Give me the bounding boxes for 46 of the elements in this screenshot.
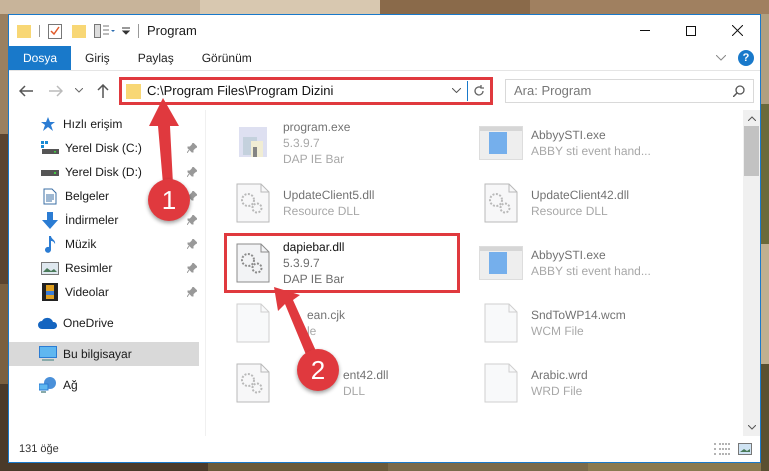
file-name: SndToWP14.wcm	[531, 307, 626, 323]
nav-item[interactable]: Hızlı erişim	[63, 115, 122, 133]
file-detail: ABBY sti event hand...	[531, 143, 651, 159]
file-tile[interactable]: dapiebar.dll 5.3.9.7 DAP IE Bar	[224, 233, 460, 293]
nav-item[interactable]: Ağ	[63, 376, 78, 394]
ribbon-tab[interactable]: Paylaş	[124, 46, 188, 70]
file-name: Arabic.wrd	[531, 367, 588, 383]
file-name: ean.cjk	[307, 307, 346, 323]
file-detail: DLL	[343, 383, 366, 399]
nav-item[interactable]: Yerel Disk (C:)	[65, 139, 142, 157]
search-field[interactable]: Ara: Program	[505, 78, 754, 102]
address-text: C:\Program Files\Program Dizini	[147, 82, 334, 100]
item-count: 131 öğe	[19, 442, 60, 457]
file-detail: WCM File	[531, 323, 585, 339]
file-name: UpdateClient42.dll	[531, 187, 630, 203]
nav-item[interactable]: Müzik	[65, 235, 96, 253]
file-name: program.exe	[283, 119, 350, 135]
ribbon-tab[interactable]: Giriş	[71, 46, 124, 70]
file-name: AbbyySTI.exe	[531, 247, 607, 263]
address-bar[interactable]: C:\Program Files\Program Dizini	[119, 76, 493, 104]
nav-item[interactable]: Belgeler	[65, 187, 110, 205]
nav-item[interactable]: Videolar	[65, 283, 109, 301]
file-name: ent42.dll	[343, 367, 388, 383]
file-detail: ABBY sti event hand...	[531, 263, 651, 279]
file-name: UpdateClient5.dll	[283, 187, 374, 203]
nav-item[interactable]: İndirmeler	[65, 211, 118, 229]
nav-item[interactable]: Yerel Disk (D:)	[65, 163, 142, 181]
nav-item[interactable]: Resimler	[65, 259, 112, 277]
file-detail: le	[307, 323, 318, 339]
window-title: Program	[147, 22, 198, 40]
file-detail: DAP IE Bar	[283, 151, 346, 167]
file-detail: 5.3.9.7	[283, 135, 321, 151]
file-name: dapiebar.dll	[283, 239, 344, 255]
nav-item[interactable]: Bu bilgisayar	[9, 342, 199, 366]
file-name: AbbyySTI.exe	[531, 127, 607, 143]
nav-item[interactable]: OneDrive	[63, 314, 114, 332]
file-detail: DAP IE Bar	[283, 271, 344, 287]
ribbon-tab[interactable]: Görünüm	[188, 46, 266, 70]
nav-label: Bu bilgisayar	[63, 346, 132, 363]
file-detail: Resource DLL	[283, 203, 361, 219]
file-detail: Resource DLL	[531, 203, 609, 219]
search-input[interactable]: Ara: Program	[514, 80, 733, 100]
file-detail: WRD File	[531, 383, 584, 399]
ribbon-tab[interactable]: Dosya	[9, 46, 72, 70]
help-button[interactable]: ?	[738, 50, 754, 66]
file-detail: 5.3.9.7	[283, 255, 321, 271]
